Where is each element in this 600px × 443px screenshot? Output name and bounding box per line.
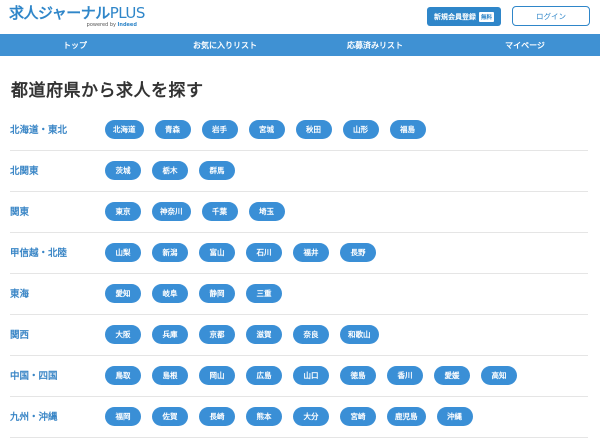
region-row: 東海 愛知 岐阜 静岡 三重 bbox=[10, 274, 588, 315]
region-row: 九州・沖縄 福岡 佐賀 長崎 熊本 大分 宮崎 鹿児島 沖縄 bbox=[10, 397, 588, 438]
prefecture-button[interactable]: 鹿児島 bbox=[387, 407, 426, 426]
prefecture-button[interactable]: 長野 bbox=[340, 243, 376, 262]
prefecture-button[interactable]: 滋賀 bbox=[246, 325, 282, 344]
prefecture-button[interactable]: 富山 bbox=[199, 243, 235, 262]
prefecture-button[interactable]: 福島 bbox=[389, 120, 426, 139]
prefecture-button[interactable]: 長崎 bbox=[199, 407, 235, 426]
register-label: 新規会員登録 bbox=[433, 12, 476, 21]
prefecture-button[interactable]: 福井 bbox=[293, 243, 329, 262]
prefecture-button[interactable]: 香川 bbox=[387, 366, 423, 385]
login-button[interactable]: ログイン bbox=[512, 6, 590, 26]
logo-text: 求人ジャーナルPLUS bbox=[9, 4, 145, 22]
region-row: 関西 大阪 兵庫 京都 滋賀 奈良 和歌山 bbox=[10, 315, 588, 356]
region-row: 甲信越・北陸 山梨 新潟 富山 石川 福井 長野 bbox=[10, 233, 588, 274]
region-name: 関東 bbox=[10, 207, 30, 218]
prefecture-button[interactable]: 三重 bbox=[246, 284, 282, 303]
prefecture-button[interactable]: 宮崎 bbox=[340, 407, 376, 426]
region-name: 中国・四国 bbox=[10, 371, 58, 382]
nav-applied[interactable]: 応募済みリスト bbox=[300, 34, 450, 56]
site-logo[interactable]: 求人ジャーナルPLUS powered by Indeed bbox=[9, 5, 145, 28]
nav-top[interactable]: トップ bbox=[0, 34, 150, 56]
region-name: 北海道・東北 bbox=[10, 125, 68, 136]
prefecture-button[interactable]: 高知 bbox=[481, 366, 517, 385]
prefecture-button[interactable]: 東京 bbox=[105, 202, 141, 221]
site-header: 求人ジャーナルPLUS powered by Indeed 新規会員登録 無料 … bbox=[0, 0, 600, 34]
page-title: 都道府県から求人を探す bbox=[11, 81, 204, 101]
region-name: 甲信越・北陸 bbox=[10, 248, 68, 259]
region-name: 九州・沖縄 bbox=[10, 412, 58, 423]
prefecture-button[interactable]: 大分 bbox=[293, 407, 329, 426]
region-row: 北関東 茨城 栃木 群馬 bbox=[10, 151, 588, 192]
prefecture-button[interactable]: 大阪 bbox=[105, 325, 141, 344]
prefecture-button[interactable]: 北海道 bbox=[105, 120, 144, 139]
prefecture-list: 大阪 兵庫 京都 滋賀 奈良 和歌山 bbox=[105, 325, 379, 344]
prefecture-list: 愛知 岐阜 静岡 三重 bbox=[105, 284, 282, 303]
prefecture-button[interactable]: 静岡 bbox=[199, 284, 235, 303]
prefecture-button[interactable]: 山形 bbox=[342, 120, 379, 139]
prefecture-button[interactable]: 青森 bbox=[154, 120, 191, 139]
prefecture-button[interactable]: 宮城 bbox=[248, 120, 285, 139]
prefecture-button[interactable]: 秋田 bbox=[295, 120, 332, 139]
region-name: 北関東 bbox=[10, 166, 39, 177]
region-row: 北海道・東北 北海道 青森 岩手 宮城 秋田 山形 福島 bbox=[10, 110, 588, 151]
free-badge: 無料 bbox=[478, 11, 494, 22]
main-nav: トップ お気に入りリスト 応募済みリスト マイページ bbox=[0, 34, 600, 56]
prefecture-button[interactable]: 岐阜 bbox=[152, 284, 188, 303]
prefecture-button[interactable]: 徳島 bbox=[340, 366, 376, 385]
prefecture-list: 北海道 青森 岩手 宮城 秋田 山形 福島 bbox=[105, 120, 426, 139]
prefecture-button[interactable]: 佐賀 bbox=[152, 407, 188, 426]
prefecture-button[interactable]: 鳥取 bbox=[105, 366, 141, 385]
region-list: 北海道・東北 北海道 青森 岩手 宮城 秋田 山形 福島北関東 茨城 栃木 群馬関東 東京 神奈川 千葉埼… bbox=[0, 110, 600, 438]
prefecture-list: 東京 神奈川 千葉 埼玉 bbox=[105, 202, 285, 221]
prefecture-button[interactable]: 京都 bbox=[199, 325, 235, 344]
prefecture-list: 山梨 新潟 富山 石川 福井 長野 bbox=[105, 243, 376, 262]
prefecture-button[interactable]: 埼玉 bbox=[248, 202, 285, 221]
prefecture-button[interactable]: 山梨 bbox=[105, 243, 141, 262]
region-row: 関東 東京 神奈川 千葉 埼玉 bbox=[10, 192, 588, 233]
prefecture-button[interactable]: 愛知 bbox=[105, 284, 141, 303]
prefecture-button[interactable]: 島根 bbox=[152, 366, 188, 385]
prefecture-button[interactable]: 広島 bbox=[246, 366, 282, 385]
prefecture-button[interactable]: 沖縄 bbox=[436, 407, 473, 426]
prefecture-button[interactable]: 福岡 bbox=[105, 407, 141, 426]
prefecture-button[interactable]: 熊本 bbox=[246, 407, 282, 426]
prefecture-button[interactable]: 奈良 bbox=[293, 325, 329, 344]
region-name: 東海 bbox=[10, 289, 30, 300]
prefecture-button[interactable]: 千葉 bbox=[201, 202, 238, 221]
prefecture-button[interactable]: 神奈川 bbox=[152, 202, 191, 221]
prefecture-button[interactable]: 兵庫 bbox=[152, 325, 188, 344]
prefecture-button[interactable]: 山口 bbox=[293, 366, 329, 385]
prefecture-button[interactable]: 岩手 bbox=[201, 120, 238, 139]
nav-favorites[interactable]: お気に入りリスト bbox=[150, 34, 300, 56]
register-button[interactable]: 新規会員登録 無料 bbox=[427, 7, 501, 26]
logo-subtitle: powered by Indeed bbox=[86, 22, 137, 28]
region-row: 中国・四国 鳥取 島根 岡山 広島 山口 徳島 香川 愛媛 高知 bbox=[10, 356, 588, 397]
prefecture-button[interactable]: 群馬 bbox=[199, 161, 235, 180]
region-name: 関西 bbox=[10, 330, 30, 341]
prefecture-button[interactable]: 岡山 bbox=[199, 366, 235, 385]
prefecture-list: 茨城 栃木 群馬 bbox=[105, 161, 235, 180]
prefecture-button[interactable]: 愛媛 bbox=[434, 366, 470, 385]
prefecture-button[interactable]: 石川 bbox=[246, 243, 282, 262]
prefecture-list: 福岡 佐賀 長崎 熊本 大分 宮崎 鹿児島 沖縄 bbox=[105, 407, 473, 426]
nav-mypage[interactable]: マイページ bbox=[450, 34, 600, 56]
prefecture-button[interactable]: 茨城 bbox=[105, 161, 141, 180]
prefecture-button[interactable]: 新潟 bbox=[152, 243, 188, 262]
prefecture-button[interactable]: 和歌山 bbox=[340, 325, 379, 344]
prefecture-button[interactable]: 栃木 bbox=[152, 161, 188, 180]
prefecture-list: 鳥取 島根 岡山 広島 山口 徳島 香川 愛媛 高知 bbox=[105, 366, 517, 385]
